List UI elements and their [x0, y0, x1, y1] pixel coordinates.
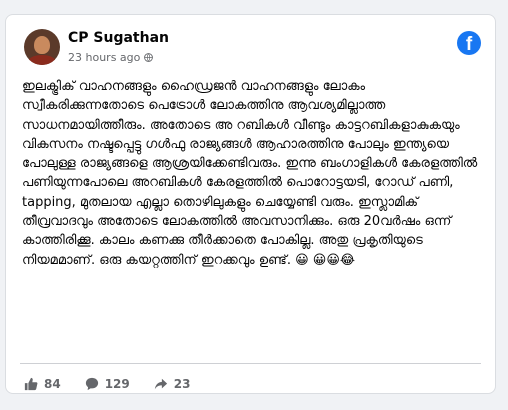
comments-count: 129 [104, 377, 130, 391]
divider [20, 363, 481, 364]
post-timestamp[interactable]: 23 hours ago [68, 51, 154, 64]
share-arrow-icon [154, 377, 168, 391]
facebook-logo-icon: f [457, 31, 481, 55]
thumbs-up-icon [24, 377, 38, 391]
timestamp-text: 23 hours ago [68, 51, 141, 64]
author-name[interactable]: CP Sugathan [68, 30, 169, 46]
globe-icon [144, 53, 154, 62]
post-card: CP Sugathan 23 hours ago f ഇലക്ട്രിക് വാ… [5, 14, 496, 394]
avatar-face [34, 36, 50, 54]
comment-icon [85, 377, 99, 391]
avatar-shirt [28, 55, 56, 65]
comments-count-button[interactable]: 129 [85, 377, 130, 391]
author-avatar[interactable] [24, 29, 60, 65]
engagement-bar: 84 129 23 [24, 377, 214, 391]
likes-count-button[interactable]: 84 [24, 377, 61, 391]
post-body: ഇലക്ട്രിക് വാഹനങ്ങളും ഹൈഡ്രജൻ വാഹനങ്ങളും… [22, 79, 478, 268]
likes-count: 84 [44, 377, 61, 391]
shares-count-button[interactable]: 23 [154, 377, 191, 391]
shares-count: 23 [173, 377, 191, 391]
